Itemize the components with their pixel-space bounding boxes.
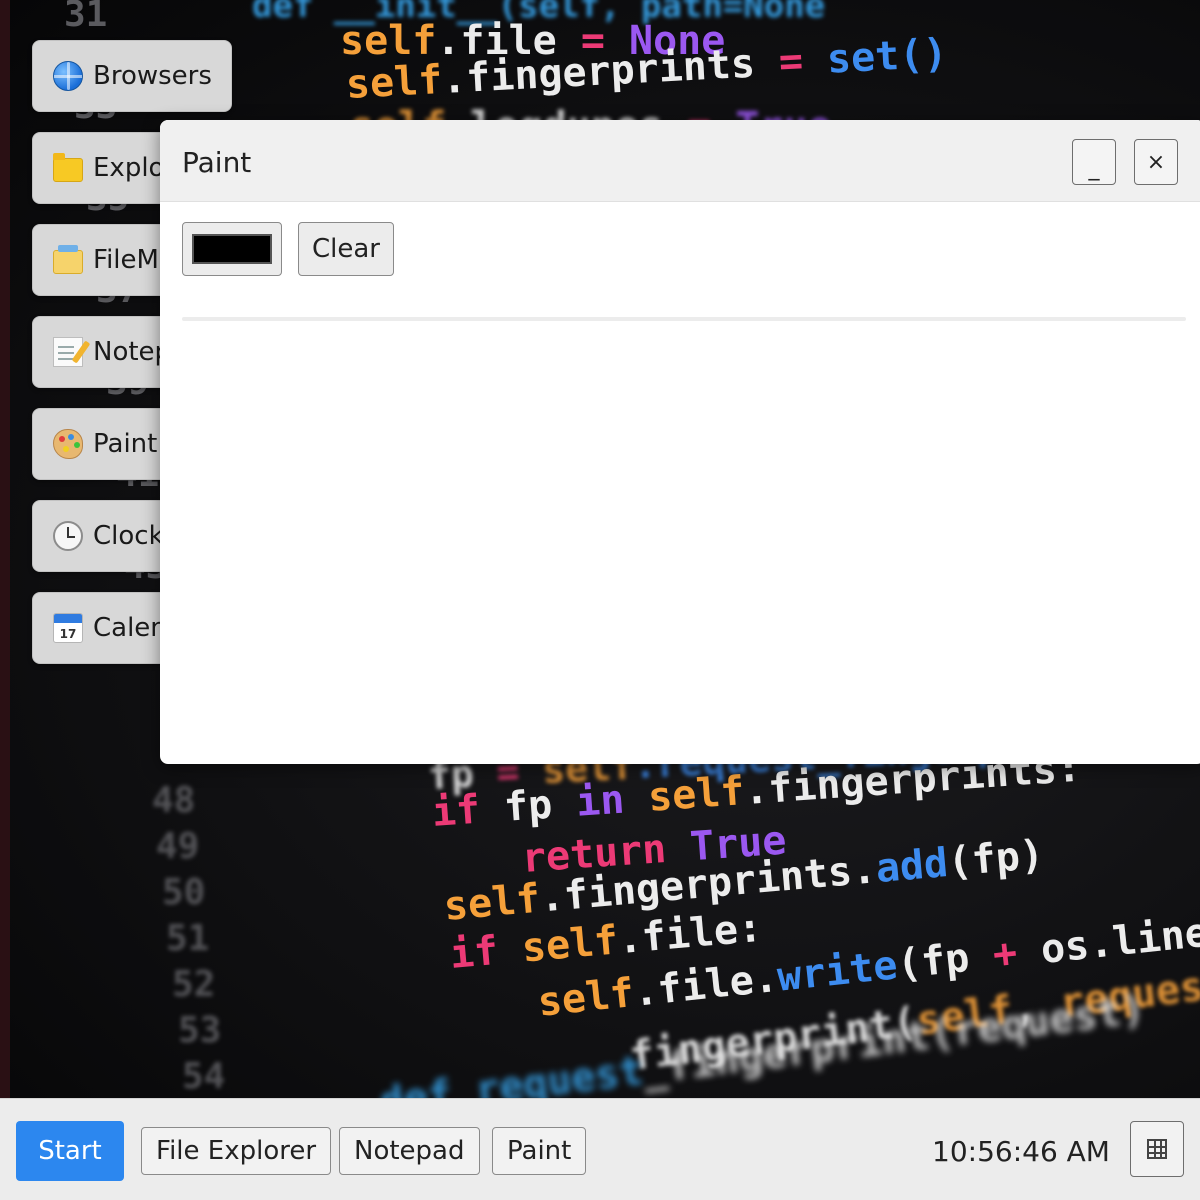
- start-button[interactable]: Start: [16, 1121, 124, 1181]
- code-token: set(): [825, 30, 949, 83]
- code-token: in: [574, 774, 650, 826]
- drawing-canvas[interactable]: [182, 321, 1186, 751]
- taskbar-item-notepad[interactable]: Notepad: [339, 1127, 480, 1175]
- code-token: +: [990, 927, 1044, 979]
- code-token: self: [441, 875, 542, 930]
- clock-icon: [53, 521, 83, 551]
- desktop-icon-label: Clock: [93, 521, 164, 551]
- code-token: add: [873, 840, 950, 893]
- code-token: os.linesep): [1038, 899, 1200, 974]
- minimize-button[interactable]: _: [1072, 139, 1116, 185]
- line-number: 49: [156, 826, 200, 867]
- show-desktop-button[interactable]: [1130, 1121, 1184, 1177]
- minimize-icon: _: [1088, 155, 1100, 181]
- close-button[interactable]: ×: [1134, 139, 1178, 185]
- folder-icon: [53, 153, 83, 182]
- code-token: self: [519, 917, 620, 972]
- wallpaper-gutter: [0, 0, 10, 1098]
- code-token: if: [447, 925, 524, 978]
- code-token: def request: [377, 1047, 646, 1098]
- palette-icon: [53, 429, 83, 459]
- memo-icon: [53, 337, 83, 367]
- desktop-icon-label: Paint: [93, 429, 158, 459]
- code-token: (fp: [894, 932, 996, 989]
- code-token: self: [344, 56, 444, 108]
- taskbar-clock: 10:56:46 AM: [932, 1135, 1110, 1168]
- line-number: 53: [178, 1010, 222, 1051]
- grid-icon: [1147, 1139, 1167, 1159]
- paint-window: Paint _ × Clear: [160, 120, 1200, 764]
- code-token: (fp): [945, 831, 1046, 886]
- line-number: 48: [152, 780, 196, 821]
- color-picker-button[interactable]: [182, 222, 282, 276]
- clear-button[interactable]: Clear: [298, 222, 394, 276]
- line-number: 52: [172, 964, 216, 1005]
- calendar-icon: 17: [53, 613, 83, 643]
- color-swatch: [192, 234, 272, 264]
- code-token: self: [535, 970, 637, 1026]
- window-titlebar[interactable]: Paint _ ×: [160, 120, 1200, 202]
- desktop-icon-browsers[interactable]: Browsers: [32, 40, 232, 112]
- code-token: fp: [502, 779, 578, 831]
- taskbar: Start File Explorer Notepad Paint 10:56:…: [0, 1098, 1200, 1200]
- code-token: write: [775, 942, 900, 1001]
- code-token: =: [777, 36, 829, 86]
- desktop-icon-label: Browsers: [93, 61, 212, 91]
- globe-icon: [53, 61, 83, 91]
- line-number: 50: [162, 872, 206, 913]
- taskbar-item-file-explorer[interactable]: File Explorer: [141, 1127, 332, 1175]
- line-number: 54: [182, 1056, 226, 1097]
- line-number: 51: [166, 918, 210, 959]
- file-cabinet-icon: [53, 245, 83, 274]
- code-token: .file.: [631, 954, 780, 1016]
- calendar-icon-day: 17: [59, 627, 77, 641]
- line-number: 31: [64, 0, 108, 35]
- code-token: self: [646, 768, 746, 821]
- code-token: .file:: [615, 904, 764, 964]
- taskbar-item-paint[interactable]: Paint: [492, 1127, 587, 1175]
- code-line: def request_fingerprint(request): [377, 986, 1148, 1098]
- close-icon: ×: [1146, 149, 1166, 175]
- window-title: Paint: [182, 146, 252, 179]
- code-token: if: [430, 785, 506, 836]
